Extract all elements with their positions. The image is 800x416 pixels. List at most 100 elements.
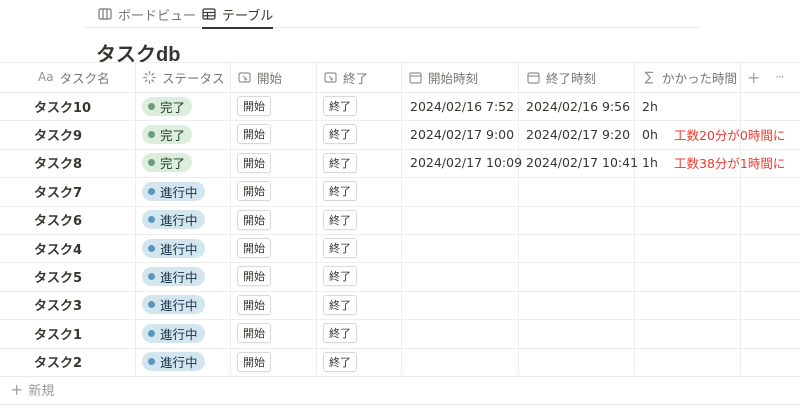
- column-header-start[interactable]: 開始: [237, 62, 282, 92]
- table-row[interactable]: タスク1 進行中 開始 終了: [0, 319, 800, 347]
- status-badge: 進行中: [142, 323, 205, 343]
- task-name: タスク5: [34, 270, 83, 286]
- start-button-cell: 開始: [237, 92, 271, 120]
- start-button-cell: 開始: [237, 206, 271, 234]
- column-header-end-time[interactable]: 終了時刻: [526, 62, 596, 92]
- annotation-note: 工数38分が1時間に: [674, 149, 785, 177]
- status-cell[interactable]: 進行中: [142, 262, 205, 290]
- start-button[interactable]: 開始: [237, 266, 271, 287]
- end-button[interactable]: 終了: [323, 209, 357, 230]
- column-header-status[interactable]: ステータス: [142, 62, 225, 92]
- end-button[interactable]: 終了: [323, 181, 357, 202]
- start-button[interactable]: 開始: [237, 323, 271, 344]
- end-button[interactable]: 終了: [323, 238, 357, 258]
- start-button[interactable]: 開始: [237, 96, 271, 116]
- task-name-cell[interactable]: タスク3: [34, 291, 82, 319]
- start-button[interactable]: 開始: [237, 294, 271, 315]
- end-button-cell: 終了: [323, 177, 357, 205]
- end-button[interactable]: 終了: [323, 323, 357, 344]
- end-time-cell[interactable]: 2024/02/17 9:20: [526, 120, 630, 148]
- end-button[interactable]: 終了: [323, 152, 357, 173]
- start-time-cell[interactable]: 2024/02/17 10:09: [410, 149, 522, 177]
- status-dot-icon: [148, 159, 155, 167]
- add-column-button[interactable]: +: [747, 62, 760, 92]
- column-header-task-name[interactable]: Aa タスク名: [38, 62, 110, 92]
- status-label: 進行中: [160, 213, 198, 229]
- end-button[interactable]: 終了: [323, 294, 357, 315]
- start-button-cell: 開始: [237, 291, 271, 319]
- status-badge: 進行中: [142, 352, 205, 372]
- status-label: 進行中: [160, 241, 198, 257]
- new-row-button[interactable]: + 新規: [10, 375, 54, 403]
- table-row[interactable]: タスク8 完了 開始 終了 2024/02/17 10:09 2024/02/1…: [0, 149, 800, 177]
- column-header-duration[interactable]: ∑ かかった時間: [642, 62, 737, 92]
- status-cell[interactable]: 完了: [142, 149, 193, 177]
- task-name-cell[interactable]: タスク10: [34, 92, 91, 120]
- task-name: タスク3: [34, 299, 83, 315]
- table-row[interactable]: タスク9 完了 開始 終了 2024/02/17 9:00 2024/02/17…: [0, 120, 800, 148]
- task-name-cell[interactable]: タスク4: [34, 234, 82, 262]
- task-name-cell[interactable]: タスク6: [34, 206, 82, 234]
- text-property-icon: Aa: [38, 70, 54, 84]
- status-label: 完了: [160, 99, 186, 115]
- end-time-cell[interactable]: 2024/02/16 9:56: [526, 92, 630, 120]
- plus-icon: +: [10, 379, 24, 399]
- start-button[interactable]: 開始: [237, 209, 271, 230]
- task-name-cell[interactable]: タスク7: [34, 177, 82, 205]
- status-cell[interactable]: 進行中: [142, 291, 205, 319]
- tab-board-view[interactable]: ボードビュー: [98, 2, 196, 26]
- end-button[interactable]: 終了: [323, 124, 357, 145]
- task-name-cell[interactable]: タスク5: [34, 262, 82, 290]
- more-options-button[interactable]: ···: [775, 62, 785, 92]
- table-row[interactable]: タスク4 進行中 開始 終了: [0, 234, 800, 262]
- table-row[interactable]: タスク5 進行中 開始 終了: [0, 262, 800, 290]
- start-button-cell: 開始: [237, 177, 271, 205]
- status-cell[interactable]: 完了: [142, 92, 193, 120]
- task-name: タスク8: [34, 157, 83, 173]
- duration-cell: 2h: [642, 92, 658, 120]
- start-button[interactable]: 開始: [237, 351, 271, 372]
- column-header-start-time[interactable]: 開始時刻: [408, 62, 478, 92]
- task-name: タスク2: [34, 356, 83, 372]
- start-button[interactable]: 開始: [237, 181, 271, 202]
- status-cell[interactable]: 進行中: [142, 177, 205, 205]
- task-name-cell[interactable]: タスク9: [34, 120, 82, 148]
- status-label: 進行中: [160, 355, 198, 371]
- end-button[interactable]: 終了: [323, 96, 357, 116]
- column-header-end[interactable]: 終了: [323, 62, 368, 92]
- table-row[interactable]: タスク6 進行中 開始 終了: [0, 206, 800, 234]
- status-dot-icon: [148, 244, 155, 252]
- status-cell[interactable]: 進行中: [142, 206, 205, 234]
- end-time-cell[interactable]: 2024/02/17 10:41: [526, 149, 638, 177]
- task-name: タスク10: [34, 100, 92, 116]
- column-header-label: タスク名: [59, 70, 110, 86]
- start-button[interactable]: 開始: [237, 124, 271, 145]
- status-cell[interactable]: 完了: [142, 120, 193, 148]
- task-name: タスク7: [34, 185, 83, 201]
- status-dot-icon: [148, 102, 155, 110]
- status-cell[interactable]: 進行中: [142, 348, 205, 376]
- column-header-label: 開始時刻: [428, 70, 479, 86]
- start-time-cell[interactable]: 2024/02/17 9:00: [410, 120, 514, 148]
- task-name: タスク9: [34, 128, 83, 144]
- table-view-icon: [202, 8, 216, 20]
- task-name-cell[interactable]: タスク2: [34, 348, 82, 376]
- end-button-cell: 終了: [323, 319, 357, 347]
- start-time-cell[interactable]: 2024/02/16 7:52: [410, 92, 514, 120]
- end-button[interactable]: 終了: [323, 351, 357, 372]
- table-row[interactable]: タスク3 進行中 開始 終了: [0, 291, 800, 319]
- table-row[interactable]: タスク10 完了 開始 終了 2024/02/16 7:52 2024/02/1…: [0, 92, 800, 120]
- table-row[interactable]: タスク7 進行中 開始 終了: [0, 177, 800, 205]
- end-button[interactable]: 終了: [323, 266, 357, 287]
- task-name-cell[interactable]: タスク8: [34, 149, 82, 177]
- task-name-cell[interactable]: タスク1: [34, 319, 82, 347]
- start-button[interactable]: 開始: [237, 152, 271, 173]
- table-row[interactable]: タスク2 進行中 開始 終了: [0, 348, 800, 376]
- end-time-value: 2024/02/17 9:20: [526, 126, 631, 142]
- duration-value: 1h: [642, 155, 658, 171]
- start-button[interactable]: 開始: [237, 238, 271, 258]
- start-time-value: 2024/02/17 10:09: [410, 155, 523, 171]
- status-cell[interactable]: 進行中: [142, 319, 205, 347]
- tab-table-view[interactable]: テーブル: [202, 2, 274, 29]
- status-cell[interactable]: 進行中: [142, 234, 205, 262]
